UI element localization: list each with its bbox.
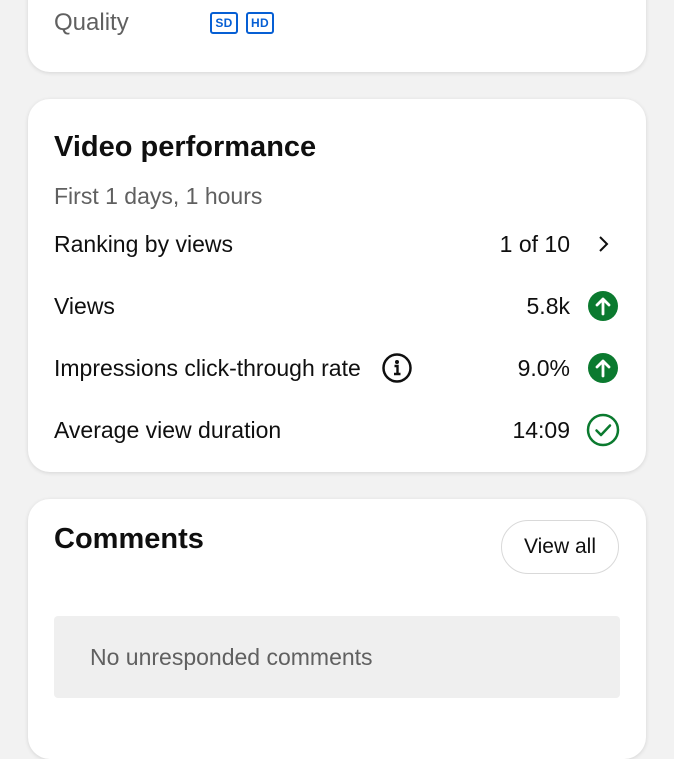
check-circle-icon	[586, 413, 620, 447]
arrow-up-circle-icon	[586, 351, 620, 385]
views-label: Views	[54, 292, 115, 319]
video-performance-card: Video performance First 1 days, 1 hours …	[28, 99, 646, 472]
sd-badge: SD	[210, 12, 238, 34]
hd-badge: HD	[246, 12, 274, 34]
avg-duration-label: Average view duration	[54, 416, 282, 443]
views-row: Views 5.8k	[54, 286, 620, 326]
ctr-label: Impressions click-through rate	[54, 354, 361, 381]
ranking-label: Ranking by views	[54, 230, 233, 257]
info-icon[interactable]	[381, 352, 413, 384]
comments-card: Comments View all No unresponded comment…	[28, 499, 646, 759]
video-performance-subtitle: First 1 days, 1 hours	[54, 183, 263, 209]
ctr-row: Impressions click-through rate 9.0%	[54, 348, 620, 388]
avg-duration-value: 14:09	[512, 416, 570, 443]
view-all-button[interactable]: View all	[501, 520, 619, 574]
arrow-up-circle-icon	[586, 289, 620, 323]
quality-row: Quality SD HD	[54, 8, 282, 38]
quality-label: Quality	[54, 9, 129, 36]
ranking-by-views-row[interactable]: Ranking by views 1 of 10	[54, 224, 620, 264]
quality-card: Quality SD HD	[28, 0, 646, 72]
chevron-right-icon[interactable]	[586, 227, 620, 261]
average-view-duration-row: Average view duration 14:09	[54, 410, 620, 450]
ctr-value: 9.0%	[517, 354, 570, 381]
views-value: 5.8k	[526, 292, 570, 319]
ranking-value: 1 of 10	[499, 230, 570, 257]
video-performance-title: Video performance	[54, 131, 317, 163]
no-comments-message: No unresponded comments	[54, 616, 620, 698]
comments-title: Comments	[54, 523, 204, 555]
